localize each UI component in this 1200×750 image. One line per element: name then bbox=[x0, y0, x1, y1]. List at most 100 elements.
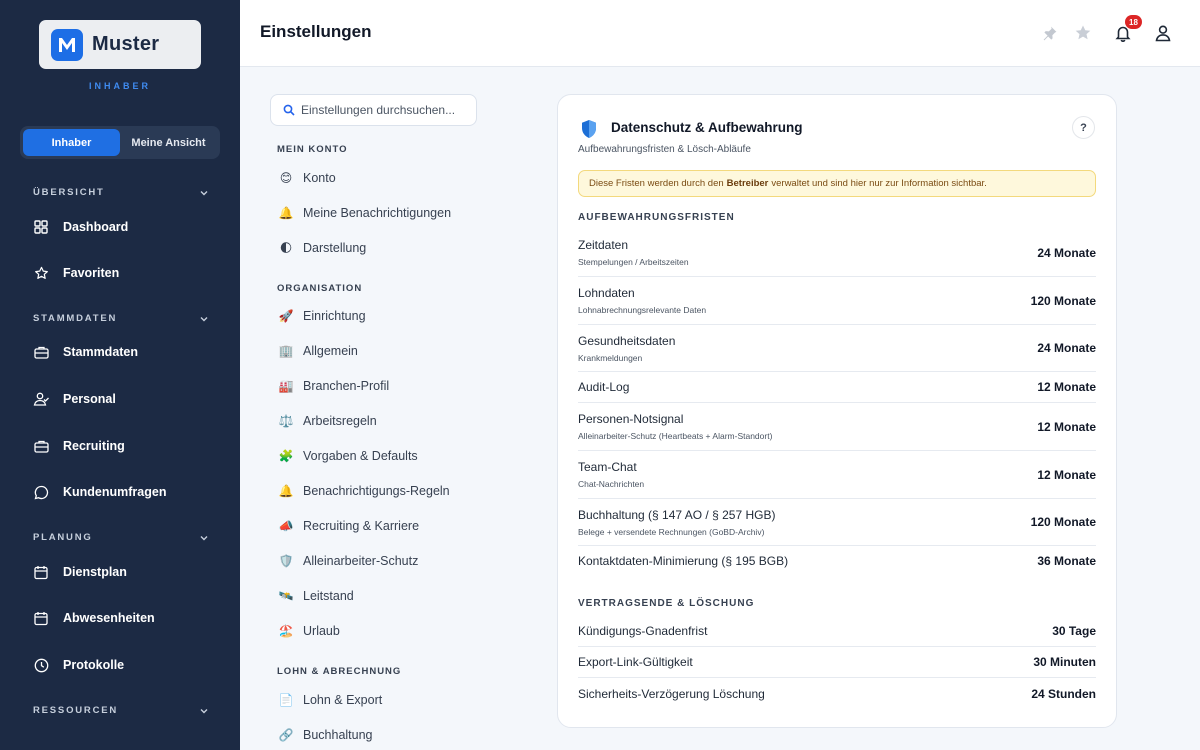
settings-item-vorgaben-defaults[interactable]: 🧩 Vorgaben & Defaults bbox=[277, 444, 477, 468]
bell-icon: 🔔 bbox=[278, 206, 294, 220]
privacy-card: Datenschutz & Aufbewahrung Aufbewahrungs… bbox=[557, 94, 1117, 728]
section-uebersicht[interactable]: ÜBERSICHT bbox=[33, 187, 209, 198]
row-value: 120 Monate bbox=[1030, 293, 1096, 308]
info-notice: Diese Fristen werden durch den Betreiber… bbox=[578, 170, 1096, 197]
sidebar-item-label: Favoriten bbox=[63, 266, 120, 280]
settings-item-recruiting-karriere[interactable]: 📣 Recruiting & Karriere bbox=[277, 514, 477, 538]
help-button[interactable]: ? bbox=[1072, 116, 1095, 139]
settings-group-title: ORGANISATION bbox=[277, 283, 363, 294]
chevron-down-icon bbox=[200, 708, 208, 713]
search-icon bbox=[283, 104, 295, 116]
settings-item-darstellung[interactable]: 🌓 Darstellung bbox=[277, 236, 477, 260]
clock-icon bbox=[33, 657, 49, 673]
star-icon[interactable] bbox=[1072, 22, 1094, 44]
row-label: Kontaktdaten-Minimierung (§ 195 BGB) bbox=[578, 554, 789, 568]
row-value: 120 Monate bbox=[1030, 515, 1096, 529]
briefcase-icon bbox=[33, 438, 49, 454]
row-desc: Krankmeldungen bbox=[578, 352, 643, 363]
sidebar-item-dienstplan[interactable]: Dienstplan bbox=[33, 557, 223, 587]
termination-section-title: VERTRAGSENDE & LÖSCHUNG bbox=[578, 598, 755, 609]
settings-item-label: Buchhaltung bbox=[303, 728, 373, 742]
bell-icon: 🔔 bbox=[278, 484, 294, 498]
retention-row: Gesundheitsdaten Krankmeldungen 24 Monate bbox=[578, 325, 1096, 372]
row-label: Buchhaltung (§ 147 AO / § 257 HGB) bbox=[578, 507, 776, 522]
row-value: 24 Monate bbox=[1037, 245, 1096, 260]
brand-logo-box[interactable]: Muster bbox=[39, 20, 201, 69]
notice-text: Diese Fristen werden durch den bbox=[589, 178, 724, 189]
card-title: Datenschutz & Aufbewahrung bbox=[611, 120, 803, 135]
beach-icon: 🏖️ bbox=[278, 624, 294, 638]
settings-item-label: Einrichtung bbox=[303, 309, 366, 323]
sidebar-item-favoriten[interactable]: Favoriten bbox=[33, 258, 223, 288]
row-label: Audit-Log bbox=[578, 380, 630, 394]
puzzle-icon: 🧩 bbox=[278, 449, 294, 463]
row-value: 30 Tage bbox=[1052, 624, 1096, 638]
settings-item-konto[interactable]: 😊 Konto bbox=[277, 166, 477, 190]
rocket-icon: 🚀 bbox=[278, 309, 294, 323]
section-title: ÜBERSICHT bbox=[33, 187, 105, 198]
settings-item-label: Recruiting & Karriere bbox=[303, 519, 420, 533]
settings-item-label: Meine Benachrichtigungen bbox=[303, 206, 452, 220]
settings-item-urlaub[interactable]: 🏖️ Urlaub bbox=[277, 619, 477, 643]
sidebar-item-personal[interactable]: Personal bbox=[33, 384, 223, 414]
smiley-icon: 😊 bbox=[279, 171, 293, 185]
section-title: PLANUNG bbox=[33, 532, 93, 543]
chevron-down-icon bbox=[200, 190, 208, 195]
retention-row: Buchhaltung (§ 147 AO / § 257 HGB) Belege… bbox=[578, 499, 1096, 546]
sidebar-item-label: Dienstplan bbox=[63, 565, 127, 579]
sidebar-item-dashboard[interactable]: Dashboard bbox=[33, 212, 223, 242]
link-icon: 🔗 bbox=[278, 728, 294, 742]
view-toggle: Inhaber Meine Ansicht bbox=[20, 126, 220, 159]
calendar-icon bbox=[33, 610, 49, 626]
settings-item-meine-benachrichtigungen[interactable]: 🔔 Meine Benachrichtigungen bbox=[277, 201, 477, 225]
section-title: STAMMDATEN bbox=[33, 313, 118, 324]
toggle-meine-ansicht[interactable]: Meine Ansicht bbox=[120, 129, 217, 156]
row-value: 30 Minuten bbox=[1033, 655, 1096, 669]
section-ressourcen[interactable]: RESSOURCEN bbox=[33, 705, 209, 716]
settings-item-leitstand[interactable]: 🛰️ Leitstand bbox=[277, 584, 477, 608]
settings-item-branchen-profil[interactable]: 🏭 Branchen-Profil bbox=[277, 374, 477, 398]
section-planung[interactable]: PLANUNG bbox=[33, 532, 209, 543]
toggle-inhaber[interactable]: Inhaber bbox=[23, 129, 120, 156]
termination-row: Kündigungs-Gnadenfrist 30 Tage bbox=[578, 616, 1096, 647]
star-icon bbox=[33, 265, 49, 281]
section-stammdaten[interactable]: STAMMDATEN bbox=[33, 313, 209, 324]
pin-icon[interactable] bbox=[1038, 22, 1060, 44]
sidebar: Muster INHABER Inhaber Meine Ansicht ÜBE… bbox=[0, 0, 240, 750]
sidebar-item-kundenumfragen[interactable]: Kundenumfragen bbox=[33, 477, 223, 507]
settings-item-arbeitsregeln[interactable]: ⚖️ Arbeitsregeln bbox=[277, 409, 477, 433]
settings-item-label: Urlaub bbox=[303, 624, 340, 638]
document-icon: 📄 bbox=[278, 693, 294, 707]
settings-item-buchhaltung[interactable]: 🔗 Buchhaltung bbox=[277, 723, 477, 747]
row-value: 24 Stunden bbox=[1031, 686, 1096, 701]
settings-item-einrichtung[interactable]: 🚀 Einrichtung bbox=[277, 304, 477, 328]
role-label: INHABER bbox=[88, 81, 151, 91]
row-desc: Stempelungen / Arbeitszeiten bbox=[578, 257, 689, 267]
settings-item-label: Konto bbox=[303, 171, 336, 185]
sidebar-item-recruiting[interactable]: Recruiting bbox=[33, 431, 223, 461]
retention-row: Zeitdaten Stempelungen / Arbeitszeiten 24… bbox=[578, 229, 1096, 277]
sidebar-item-label: Personal bbox=[63, 392, 116, 406]
row-value: 12 Monate bbox=[1037, 467, 1096, 482]
termination-row: Export-Link-Gültigkeit 30 Minuten bbox=[578, 647, 1096, 678]
sidebar-item-abwesenheiten[interactable]: Abwesenheiten bbox=[33, 603, 223, 633]
row-value: 12 Monate bbox=[1037, 419, 1096, 434]
satellite-icon: 🛰️ bbox=[278, 589, 294, 603]
settings-group-title: LOHN & ABRECHNUNG bbox=[277, 666, 402, 677]
retention-row: Personen-Notsignal Alleinarbeiter-Schutz … bbox=[578, 403, 1096, 451]
settings-item-lohn-export[interactable]: 📄 Lohn & Export bbox=[277, 688, 477, 712]
settings-search-input[interactable]: Einstellungen durchsuchen... bbox=[270, 94, 477, 126]
user-icon[interactable] bbox=[1152, 22, 1174, 44]
settings-item-benachrichtigungs-regeln[interactable]: 🔔 Benachrichtigungs-Regeln bbox=[277, 479, 477, 503]
sidebar-item-stammdaten[interactable]: Stammdaten bbox=[33, 337, 223, 367]
sidebar-item-label: Abwesenheiten bbox=[63, 611, 155, 625]
sidebar-item-protokolle[interactable]: Protokolle bbox=[33, 650, 223, 680]
shield-icon: 🛡️ bbox=[278, 554, 294, 568]
row-desc: Alleinarbeiter-Schutz (Heartbeats + Alar… bbox=[578, 431, 773, 441]
settings-item-alleinarbeiter-schutz[interactable]: 🛡️ Alleinarbeiter-Schutz bbox=[277, 549, 477, 573]
grid-icon bbox=[33, 219, 49, 235]
row-desc: Lohnabrechnungsrelevante Daten bbox=[578, 305, 707, 315]
settings-item-allgemein[interactable]: 🏢 Allgemein bbox=[277, 339, 477, 363]
retention-row: Lohndaten Lohnabrechnungsrelevante Daten … bbox=[578, 277, 1096, 325]
shield-icon bbox=[580, 119, 598, 144]
